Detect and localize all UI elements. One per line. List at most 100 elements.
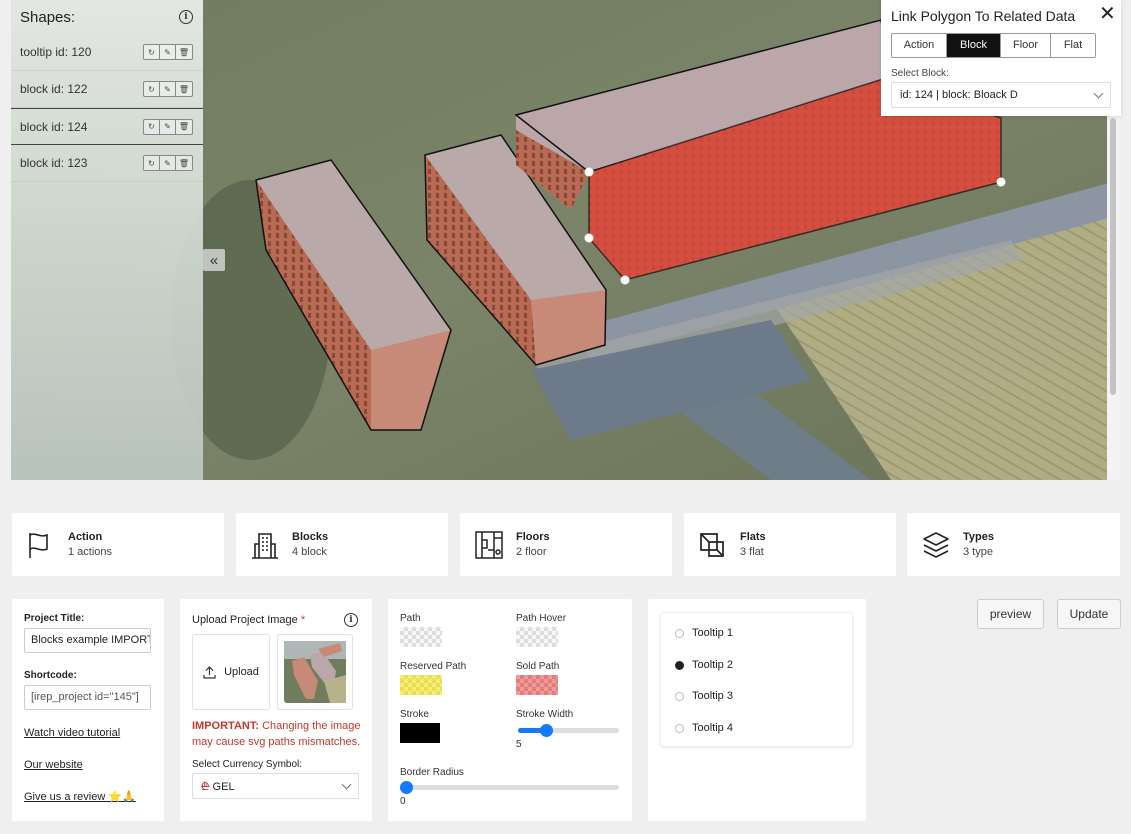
refresh-icon[interactable]: ↻ bbox=[144, 82, 160, 96]
upload-button[interactable]: Upload bbox=[192, 634, 270, 710]
info-icon[interactable]: i bbox=[344, 613, 358, 627]
tooltip-option[interactable]: Tooltip 1 bbox=[675, 627, 733, 639]
stat-count: 1 actions bbox=[68, 546, 113, 558]
reserved-path-color-swatch[interactable] bbox=[400, 675, 442, 695]
project-title-input[interactable]: Blocks example IMPORT bbox=[24, 628, 151, 653]
select-block-label: Select Block: bbox=[891, 68, 949, 79]
border-radius-value: 0 bbox=[400, 796, 406, 807]
update-button[interactable]: Update bbox=[1057, 599, 1121, 629]
trash-icon[interactable]: 🗑 bbox=[176, 120, 192, 134]
project-info-card: Project Title: Blocks example IMPORT Sho… bbox=[12, 599, 164, 821]
stat-title: Flats bbox=[740, 531, 766, 543]
refresh-icon[interactable]: ↻ bbox=[144, 156, 160, 170]
stat-count: 3 flat bbox=[740, 546, 764, 558]
warning-strong: IMPORTANT: bbox=[192, 720, 260, 732]
upload-button-label: Upload bbox=[224, 666, 259, 678]
refresh-icon[interactable]: ↻ bbox=[144, 45, 160, 59]
close-icon[interactable]: ✕ bbox=[1099, 1, 1116, 26]
shapes-title: Shapes: bbox=[20, 8, 76, 26]
stat-card-blocks[interactable]: Blocks 4 block bbox=[236, 513, 448, 576]
shapes-sidebar: Shapes: i tooltip id: 120 ↻ ✎ 🗑 block id: … bbox=[11, 0, 203, 480]
currency-select[interactable]: ₾ GEL bbox=[192, 773, 359, 799]
border-radius-slider[interactable] bbox=[400, 781, 619, 794]
path-color-swatch[interactable] bbox=[400, 627, 442, 647]
review-link[interactable]: Give us a review ⭐🙏 bbox=[24, 790, 136, 803]
shape-item[interactable]: tooltip id: 120 ↻ ✎ 🗑 bbox=[11, 34, 203, 71]
trash-icon[interactable]: 🗑 bbox=[176, 156, 192, 170]
tooltip-options: Tooltip 1 Tooltip 2 Tooltip 3 Tooltip 4 bbox=[660, 612, 853, 747]
upload-label-text: Upload Project Image bbox=[192, 614, 298, 626]
stat-count: 3 type bbox=[963, 546, 993, 558]
shortcode-input[interactable]: [irep_project id="145"] bbox=[24, 685, 151, 710]
radio-button[interactable] bbox=[675, 723, 684, 733]
upload-label: Upload Project Image * bbox=[192, 614, 305, 626]
select-block-dropdown[interactable]: id: 124 | block: Bloack D bbox=[891, 82, 1111, 108]
tooltip-option-label: Tooltip 2 bbox=[692, 659, 733, 671]
stroke-width-label: Stroke Width bbox=[516, 709, 574, 720]
stat-card-floors[interactable]: Floors 2 floor bbox=[460, 513, 672, 576]
slider-handle[interactable] bbox=[540, 724, 553, 737]
shape-item-label: tooltip id: 120 bbox=[20, 45, 92, 59]
scrollbar-thumb[interactable] bbox=[1110, 118, 1116, 395]
path-label: Path bbox=[400, 613, 421, 624]
shortcode-label: Shortcode: bbox=[24, 670, 77, 681]
building-icon bbox=[252, 532, 278, 559]
sold-path-label: Sold Path bbox=[516, 661, 560, 672]
currency-label: Select Currency Symbol: bbox=[192, 759, 303, 770]
project-title-label: Project Title: bbox=[24, 613, 85, 624]
stat-title: Floors bbox=[516, 531, 550, 543]
currency-select-value: ₾ GEL bbox=[201, 779, 235, 794]
edit-icon[interactable]: ✎ bbox=[160, 82, 176, 96]
path-style-card: Path Path Hover Reserved Path Sold Path … bbox=[388, 599, 632, 821]
sold-path-color-swatch[interactable] bbox=[516, 675, 558, 695]
stroke-color-swatch[interactable] bbox=[400, 723, 440, 743]
tab-flat[interactable]: Flat bbox=[1051, 34, 1095, 57]
layers-icon bbox=[923, 531, 949, 558]
collapse-sidebar-button[interactable]: « bbox=[203, 249, 225, 271]
preview-button[interactable]: preview bbox=[977, 599, 1044, 629]
info-icon[interactable]: i bbox=[179, 10, 193, 24]
flats-icon bbox=[700, 532, 724, 557]
stat-card-action[interactable]: Action 1 actions bbox=[12, 513, 224, 576]
tooltip-option-label: Tooltip 3 bbox=[692, 690, 733, 702]
edit-icon[interactable]: ✎ bbox=[160, 45, 176, 59]
radio-button[interactable] bbox=[675, 628, 684, 638]
tooltip-card: Tooltip 1 Tooltip 2 Tooltip 3 Tooltip 4 bbox=[648, 599, 866, 821]
select-block-value: id: 124 | block: Bloack D bbox=[900, 89, 1018, 101]
tab-block[interactable]: Block bbox=[947, 34, 1001, 57]
shape-item[interactable]: block id: 123 ↻ ✎ 🗑 bbox=[11, 145, 203, 182]
refresh-icon[interactable]: ↻ bbox=[144, 119, 160, 134]
stroke-width-slider[interactable] bbox=[518, 724, 619, 737]
tooltip-option[interactable]: Tooltip 4 bbox=[675, 722, 733, 734]
upload-icon bbox=[203, 665, 216, 679]
image-warning: IMPORTANT: Changing the image may cause … bbox=[192, 718, 364, 750]
watch-video-link[interactable]: Watch video tutorial bbox=[24, 727, 120, 739]
tooltip-option-selected[interactable]: Tooltip 2 bbox=[675, 659, 733, 671]
double-chevron-left-icon: « bbox=[209, 251, 219, 269]
radio-button[interactable] bbox=[675, 660, 684, 670]
tab-floor[interactable]: Floor bbox=[1001, 34, 1051, 57]
stat-title: Blocks bbox=[292, 531, 329, 543]
tooltip-option-label: Tooltip 1 bbox=[692, 627, 733, 639]
stat-card-types[interactable]: Types 3 type bbox=[907, 513, 1120, 576]
edit-icon[interactable]: ✎ bbox=[160, 156, 176, 170]
shape-item-label: block id: 122 bbox=[20, 82, 88, 96]
floors-icon bbox=[475, 530, 503, 559]
our-website-link[interactable]: Our website bbox=[24, 759, 83, 771]
tooltip-option[interactable]: Tooltip 3 bbox=[675, 690, 733, 702]
radio-button[interactable] bbox=[675, 691, 684, 701]
stat-count: 2 floor bbox=[516, 546, 547, 558]
required-marker: * bbox=[300, 614, 306, 626]
currency-code: GEL bbox=[212, 780, 235, 793]
slider-handle[interactable] bbox=[400, 781, 413, 794]
link-type-tabs: Action Block Floor Flat bbox=[891, 33, 1096, 58]
image-thumbnail[interactable] bbox=[277, 634, 353, 710]
edit-icon[interactable]: ✎ bbox=[160, 119, 176, 134]
trash-icon[interactable]: 🗑 bbox=[176, 45, 192, 59]
shape-item-selected[interactable]: block id: 124 ↻ ✎ 🗑 bbox=[11, 108, 203, 145]
tab-action[interactable]: Action bbox=[892, 34, 947, 57]
stat-card-flats[interactable]: Flats 3 flat bbox=[684, 513, 896, 576]
path-hover-color-swatch[interactable] bbox=[516, 627, 558, 647]
trash-icon[interactable]: 🗑 bbox=[176, 82, 192, 96]
shape-item[interactable]: block id: 122 ↻ ✎ 🗑 bbox=[11, 71, 203, 108]
